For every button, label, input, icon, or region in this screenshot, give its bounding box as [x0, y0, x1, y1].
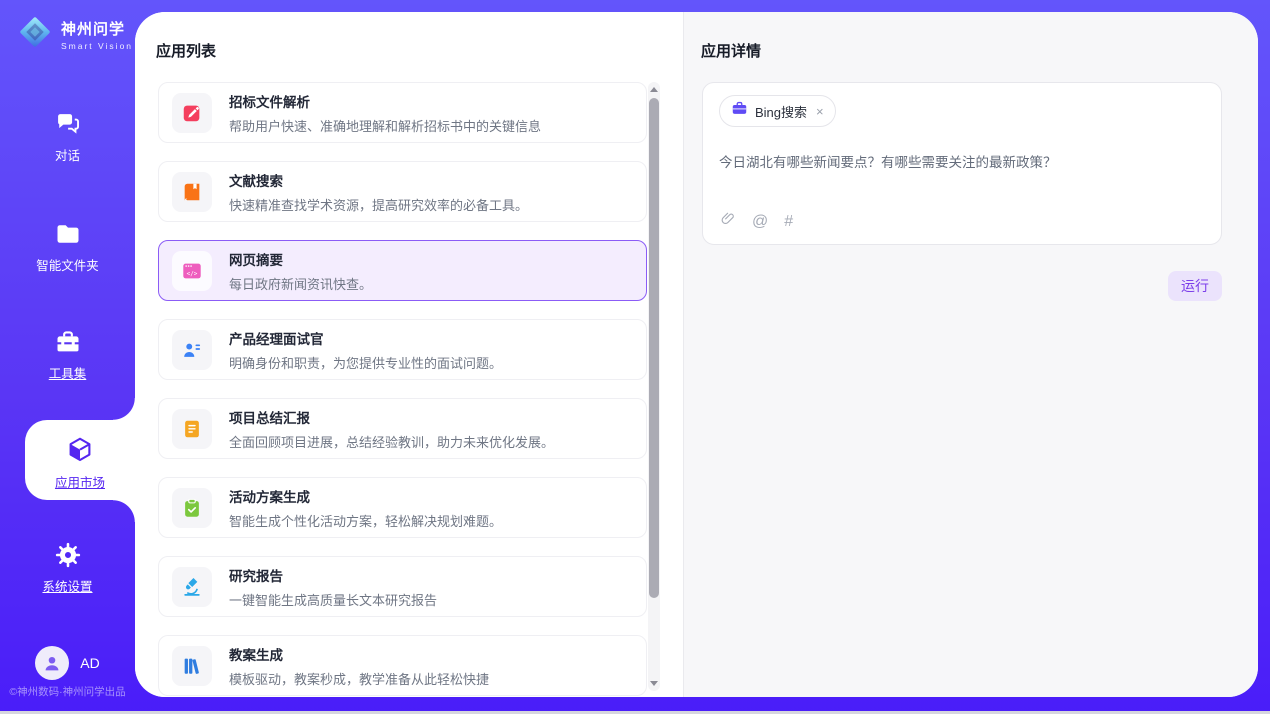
app-card-title: 教案生成: [229, 644, 489, 664]
app-card-description: 快速精准查找学术资源，提高研究效率的必备工具。: [229, 195, 528, 214]
app-card-literature-search[interactable]: 文献搜索 快速精准查找学术资源，提高研究效率的必备工具。: [158, 161, 647, 222]
toolbox-icon: [0, 328, 135, 356]
app-card-research-report[interactable]: 研究报告 一键智能生成高质量长文本研究报告: [158, 556, 647, 617]
sidebar-item-label: 智能文件夹: [0, 255, 135, 274]
tool-chip-label: Bing搜索: [755, 102, 807, 121]
app-card-description: 明确身份和职责，为您提供专业性的面试问题。: [229, 353, 502, 372]
app-list-title: 应用列表: [156, 40, 216, 61]
edit-square-icon: [172, 93, 212, 133]
clipboard-check-icon: [172, 488, 212, 528]
tool-chip-bing-search[interactable]: Bing搜索 ×: [719, 95, 836, 127]
main-content: 应用列表 招标文件解析 帮助用户快速、准确地理解和解析招标书中的关键信息: [135, 12, 1258, 697]
app-card-description: 模板驱动，教案秒成，教学准备从此轻松快捷: [229, 669, 489, 688]
sidebar-item-toolset[interactable]: 工具集: [0, 328, 135, 382]
brand-logo: 神州问学 Smart Vision: [16, 13, 133, 56]
book-icon: [172, 172, 212, 212]
scrollbar-thumb[interactable]: [649, 98, 659, 598]
browser-code-icon: </>: [172, 251, 212, 291]
books-icon: [172, 646, 212, 686]
user-account[interactable]: AD: [0, 646, 135, 680]
app-card-description: 每日政府新闻资讯快查。: [229, 274, 372, 293]
app-card-list: 招标文件解析 帮助用户快速、准确地理解和解析招标书中的关键信息 文献搜索 快速精…: [158, 82, 647, 697]
app-card-description: 一键智能生成高质量长文本研究报告: [229, 590, 437, 609]
app-card-title: 招标文件解析: [229, 91, 541, 111]
scroll-up-icon[interactable]: [650, 87, 658, 92]
app-card-web-summary[interactable]: </> 网页摘要 每日政府新闻资讯快查。: [158, 240, 647, 301]
briefcase-icon: [731, 100, 748, 122]
cube-icon: [25, 435, 135, 465]
paperclip-icon[interactable]: [720, 210, 736, 233]
app-card-description: 智能生成个性化活动方案，轻松解决规划难题。: [229, 511, 502, 530]
copyright-footer: ©神州数码·神州问学出品: [0, 684, 135, 699]
app-list-panel: 应用列表 招标文件解析 帮助用户快速、准确地理解和解析招标书中的关键信息: [135, 12, 683, 697]
folder-icon: [0, 220, 135, 248]
hash-icon[interactable]: #: [784, 214, 793, 230]
app-card-title: 文献搜索: [229, 170, 528, 190]
composer-toolbar: @ #: [720, 210, 793, 233]
brand-name: 神州问学: [61, 21, 125, 38]
document-icon: [172, 409, 212, 449]
app-card-title: 产品经理面试官: [229, 328, 502, 348]
brand-tagline: Smart Vision: [61, 41, 133, 51]
app-card-title: 活动方案生成: [229, 486, 502, 506]
microscope-icon: [172, 567, 212, 607]
sidebar: 神州问学 Smart Vision 对话 智能文件夹: [0, 0, 135, 714]
sidebar-item-settings[interactable]: 系统设置: [0, 541, 135, 595]
app-card-description: 全面回顾项目进展，总结经验教训，助力未来优化发展。: [229, 432, 554, 451]
sidebar-item-label: 工具集: [0, 363, 135, 382]
interviewer-icon: [172, 330, 212, 370]
app-card-bid-parse[interactable]: 招标文件解析 帮助用户快速、准确地理解和解析招标书中的关键信息: [158, 82, 647, 143]
user-initials: AD: [80, 655, 99, 671]
app-card-title: 网页摘要: [229, 249, 372, 269]
svg-text:</>: </>: [187, 270, 198, 277]
app-card-title: 项目总结汇报: [229, 407, 554, 427]
list-scrollbar[interactable]: [648, 82, 660, 691]
at-icon[interactable]: @: [752, 214, 768, 230]
gear-icon: [0, 541, 135, 569]
sidebar-item-label: 应用市场: [25, 472, 135, 491]
prompt-composer[interactable]: Bing搜索 × 今日湖北有哪些新闻要点？有哪些需要关注的最新政策？ @ #: [702, 82, 1222, 245]
avatar: [35, 646, 69, 680]
sidebar-item-label: 系统设置: [0, 576, 135, 595]
run-button[interactable]: 运行: [1168, 271, 1222, 301]
sidebar-item-label: 对话: [0, 145, 135, 164]
app-card-lesson-plan[interactable]: 教案生成 模板驱动，教案秒成，教学准备从此轻松快捷: [158, 635, 647, 696]
scroll-down-icon[interactable]: [650, 681, 658, 686]
query-input-text[interactable]: 今日湖北有哪些新闻要点？有哪些需要关注的最新政策？: [719, 151, 1205, 171]
sidebar-item-smart-folder[interactable]: 智能文件夹: [0, 220, 135, 274]
app-card-title: 研究报告: [229, 565, 437, 585]
app-card-project-summary[interactable]: 项目总结汇报 全面回顾项目进展，总结经验教训，助力未来优化发展。: [158, 398, 647, 459]
sidebar-item-app-market[interactable]: 应用市场: [25, 420, 135, 500]
chat-icon: [0, 110, 135, 138]
app-card-pm-interviewer[interactable]: 产品经理面试官 明确身份和职责，为您提供专业性的面试问题。: [158, 319, 647, 380]
diamond-logo-icon: [16, 13, 54, 56]
app-detail-title: 应用详情: [701, 40, 761, 61]
sidebar-item-chat[interactable]: 对话: [0, 110, 135, 164]
app-card-description: 帮助用户快速、准确地理解和解析招标书中的关键信息: [229, 116, 541, 135]
close-icon[interactable]: ×: [816, 104, 824, 119]
app-detail-panel: 应用详情 Bing搜索 × 今日湖北有哪些新闻要点？有哪些需要关注的最新政策？: [683, 12, 1258, 697]
app-card-event-plan[interactable]: 活动方案生成 智能生成个性化活动方案，轻松解决规划难题。: [158, 477, 647, 538]
